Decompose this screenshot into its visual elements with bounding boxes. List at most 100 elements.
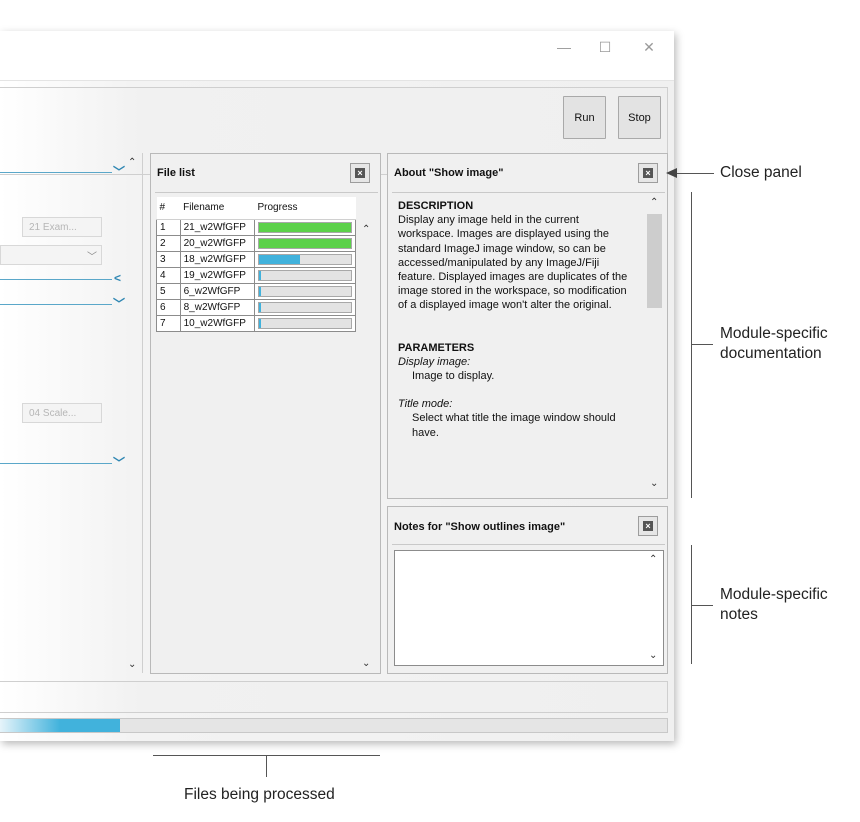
row-progress	[253, 218, 357, 236]
scroll-down-icon[interactable]: ⌄	[650, 478, 658, 489]
row-filename: 18_w2WfGFP	[179, 250, 255, 268]
status-bar	[0, 681, 668, 713]
title-divider	[155, 192, 378, 193]
file-progress-bar	[257, 285, 352, 297]
stop-button[interactable]: Stop	[618, 96, 661, 139]
chevron-down-icon[interactable]: ﹀	[113, 454, 125, 471]
modules-panel: ﹀ 21 Exam... ﹀ < ﹀ 04 Scale... ﹀ ⌃ ⌄	[0, 153, 143, 673]
row-progress	[253, 266, 357, 284]
close-panel-button[interactable]: ×	[638, 516, 658, 536]
close-icon: ×	[643, 168, 653, 178]
panel-title: About "Show image"	[394, 167, 504, 179]
row-progress	[253, 298, 357, 316]
arrow-left-icon	[666, 168, 677, 178]
param-description: Select what title the image window shoul…	[412, 412, 616, 439]
notes-panel: Notes for "Show outlines image" × ⌃ ⌄	[387, 506, 668, 674]
close-icon: ×	[355, 168, 365, 178]
module-scale-button[interactable]: 04 Scale...	[22, 403, 102, 423]
title-divider	[392, 544, 665, 545]
annotation-module-notes: Module-specific notes	[720, 585, 828, 625]
annotation-module-docs: Module-specific documentation	[720, 324, 828, 364]
panel-title: File list	[157, 167, 195, 179]
table-row[interactable]: 1 21_w2WfGFP	[156, 218, 357, 236]
file-table-container: # Filename Progress 1 21_w2WfGFP 2 20_w2WfG…	[156, 197, 357, 669]
close-icon: ×	[643, 521, 653, 531]
row-progress	[253, 314, 357, 332]
close-panel-button[interactable]: ×	[350, 163, 370, 183]
description-text: Display any image held in the current wo…	[398, 214, 628, 312]
chevron-down-icon[interactable]: ﹀	[113, 163, 125, 180]
module-image-button[interactable]: 21 Exam...	[22, 217, 102, 237]
overall-progress-fill	[0, 719, 121, 732]
row-number: 5	[156, 282, 181, 300]
run-button[interactable]: Run	[563, 96, 606, 139]
title-bar: — ☐ ✕	[0, 31, 674, 81]
table-row[interactable]: 6 8_w2WfGFP	[156, 298, 357, 316]
scroll-up-icon[interactable]: ⌃	[649, 554, 657, 565]
scroll-up-icon[interactable]: ⌃	[362, 224, 370, 235]
chevron-down-icon[interactable]: ﹀	[113, 295, 125, 312]
annotation-close-panel: Close panel	[720, 164, 802, 181]
module-divider	[0, 172, 112, 173]
module-documentation: DESCRIPTION Display any image held in th…	[398, 199, 636, 493]
file-progress-bar	[257, 269, 352, 281]
column-header-num[interactable]: #	[156, 197, 181, 220]
about-panel: About "Show image" × DESCRIPTION Display…	[387, 153, 668, 499]
row-filename: 19_w2WfGFP	[179, 266, 255, 284]
maximize-icon[interactable]: ☐	[594, 37, 616, 57]
column-header-filename[interactable]: Filename	[180, 197, 255, 220]
scroll-up-icon[interactable]: ⌃	[128, 157, 136, 168]
table-row[interactable]: 2 20_w2WfGFP	[156, 234, 357, 252]
annotation-arrow-line	[676, 173, 714, 174]
row-progress	[253, 282, 357, 300]
file-progress-fill	[258, 270, 261, 280]
row-filename: 6_w2WfGFP	[179, 282, 255, 300]
table-row[interactable]: 5 6_w2WfGFP	[156, 282, 357, 300]
parameters-heading: PARAMETERS	[398, 341, 475, 354]
table-row[interactable]: 4 19_w2WfGFP	[156, 266, 357, 284]
param-description: Image to display.	[412, 370, 495, 383]
scroll-down-icon[interactable]: ⌄	[128, 659, 136, 670]
row-filename: 20_w2WfGFP	[179, 234, 255, 252]
scroll-down-icon[interactable]: ⌄	[649, 650, 657, 661]
minimize-icon[interactable]: —	[553, 37, 575, 57]
annotation-bracket-tick	[266, 755, 267, 777]
file-progress-bar	[257, 237, 352, 249]
notes-textarea[interactable]	[394, 550, 664, 666]
row-progress	[253, 234, 357, 252]
annotation-bracket-tick	[691, 605, 713, 606]
file-progress-bar	[257, 221, 352, 233]
module-dropdown[interactable]: ﹀	[0, 245, 102, 265]
dropdown-chevron-icon: ﹀	[87, 252, 97, 263]
file-progress-bar	[257, 317, 352, 329]
module-divider	[0, 279, 112, 280]
row-number: 6	[156, 298, 181, 316]
row-number: 3	[156, 250, 181, 268]
file-progress-fill	[258, 238, 351, 248]
param-name: Display image	[398, 355, 468, 368]
row-filename: 8_w2WfGFP	[179, 298, 255, 316]
app-window: — ☐ ✕ Run Stop ﹀ 21 Exam... ﹀ < ﹀ 04 Sca…	[0, 31, 674, 741]
row-progress	[253, 250, 357, 268]
file-progress-fill	[258, 318, 261, 328]
file-progress-fill	[258, 302, 261, 312]
close-panel-button[interactable]: ×	[638, 163, 658, 183]
row-filename: 10_w2WfGFP	[179, 314, 255, 332]
scrollbar-thumb[interactable]	[647, 214, 662, 308]
chevron-left-icon[interactable]: <	[114, 271, 121, 285]
annotation-files-processed: Files being processed	[184, 786, 335, 803]
overall-progress-bar	[0, 718, 668, 733]
annotation-line: Module-specific	[720, 586, 828, 603]
scroll-down-icon[interactable]: ⌄	[362, 658, 370, 669]
row-number: 2	[156, 234, 181, 252]
annotation-line: notes	[720, 606, 758, 623]
scroll-up-icon[interactable]: ⌃	[650, 197, 658, 208]
panel-title: Notes for "Show outlines image"	[394, 521, 566, 533]
table-row[interactable]: 7 10_w2WfGFP	[156, 314, 357, 332]
column-header-progress[interactable]: Progress	[254, 197, 356, 220]
annotation-bracket	[691, 192, 692, 498]
table-row[interactable]: 3 18_w2WfGFP	[156, 250, 357, 268]
file-list-panel: File list × # Filename Progress 1 21_w2Wf…	[150, 153, 381, 674]
file-progress-bar	[257, 301, 352, 313]
close-window-icon[interactable]: ✕	[638, 37, 660, 57]
